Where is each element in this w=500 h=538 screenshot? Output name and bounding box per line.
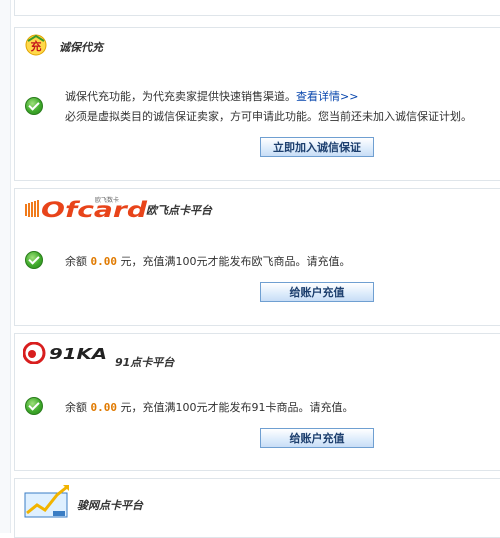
section-title: 91点卡平台 [115, 356, 175, 369]
svg-text:欧飞数卡: 欧飞数卡 [95, 196, 119, 204]
check-icon [25, 251, 43, 269]
recharge-account-button[interactable]: 给账户充值 [260, 282, 374, 302]
section-91ka: 91KA 91点卡平台 余额 0.00 元，充值满100元才能发布91卡商品。请… [14, 333, 500, 471]
balance-amount: 0.00 [90, 401, 118, 414]
section-title: 欧飞点卡平台 [146, 204, 212, 217]
description-line-1: 诚保代充功能，为代充卖家提供快速销售渠道。查看详情>> [65, 90, 359, 103]
view-details-link[interactable]: 查看详情>> [296, 90, 358, 103]
recharge-account-button[interactable]: 给账户充值 [260, 428, 374, 448]
chong-badge-icon: 充 [25, 34, 47, 56]
section-header: 充 诚保代充 [15, 28, 500, 64]
section-junnet: 骏网点卡平台 [14, 478, 500, 538]
svg-text:充: 充 [31, 39, 42, 53]
check-icon [25, 97, 43, 115]
balance-line: 余额 0.00 元，充值满100元才能发布91卡商品。请充值。 [65, 401, 354, 414]
91ka-logo-icon: 91KA [23, 342, 107, 364]
section-title: 骏网点卡平台 [77, 499, 143, 512]
section-header: 骏网点卡平台 [15, 479, 500, 518]
page-left-edge [0, 0, 11, 533]
ofcard-logo-icon: Ofcard 欧飞数卡 [25, 196, 148, 220]
balance-line: 余额 0.00 元，充值满100元才能发布欧飞商品。请充值。 [65, 255, 351, 268]
description-line-2: 必须是虚拟类目的诚信保证卖家，方可申请此功能。您当前还未加入诚信保证计划。 [65, 110, 472, 123]
svg-text:91KA: 91KA [49, 345, 107, 363]
check-icon [25, 397, 43, 415]
previous-panel-stub [14, 0, 500, 16]
balance-amount: 0.00 [90, 255, 118, 268]
section-ofcard: Ofcard 欧飞数卡 欧飞点卡平台 余额 0.00 元，充值满100元才能发布… [14, 188, 500, 326]
section-chengbao: 充 诚保代充 诚保代充功能，为代充卖家提供快速销售渠道。查看详情>> 必须是虚拟… [14, 27, 500, 181]
junnet-chart-icon [24, 485, 69, 518]
section-header: 91KA 91点卡平台 [15, 334, 500, 370]
section-title: 诚保代充 [59, 41, 103, 54]
section-header: Ofcard 欧飞数卡 欧飞点卡平台 [15, 189, 500, 225]
join-guarantee-button[interactable]: 立即加入诚信保证 [260, 137, 374, 157]
